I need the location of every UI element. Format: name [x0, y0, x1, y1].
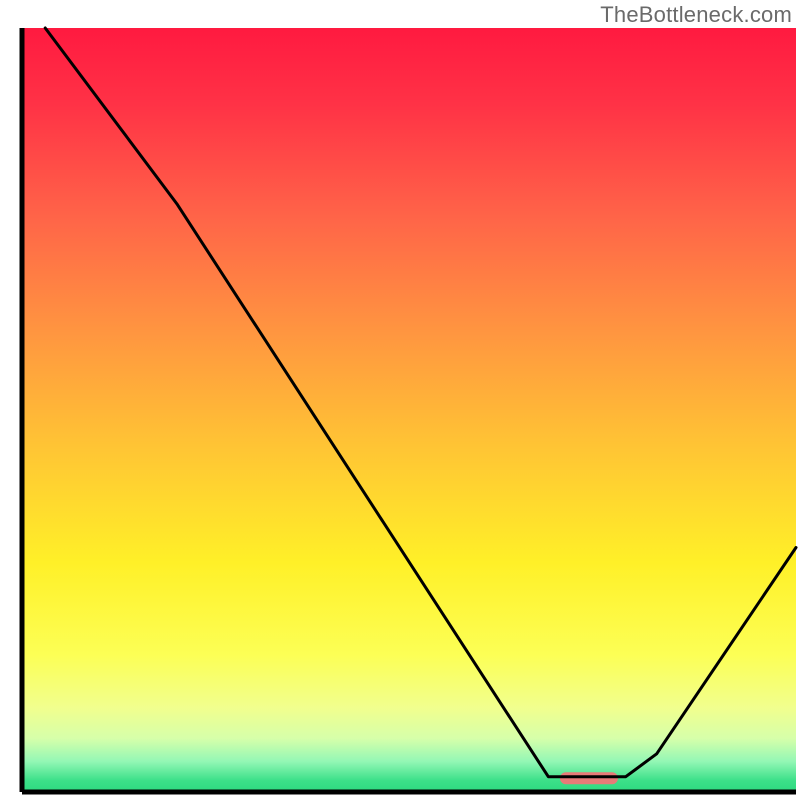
chart-background [22, 28, 796, 792]
bottleneck-chart [0, 0, 800, 800]
chart-container: TheBottleneck.com [0, 0, 800, 800]
optimum-marker [560, 772, 618, 784]
watermark-label: TheBottleneck.com [600, 2, 792, 28]
